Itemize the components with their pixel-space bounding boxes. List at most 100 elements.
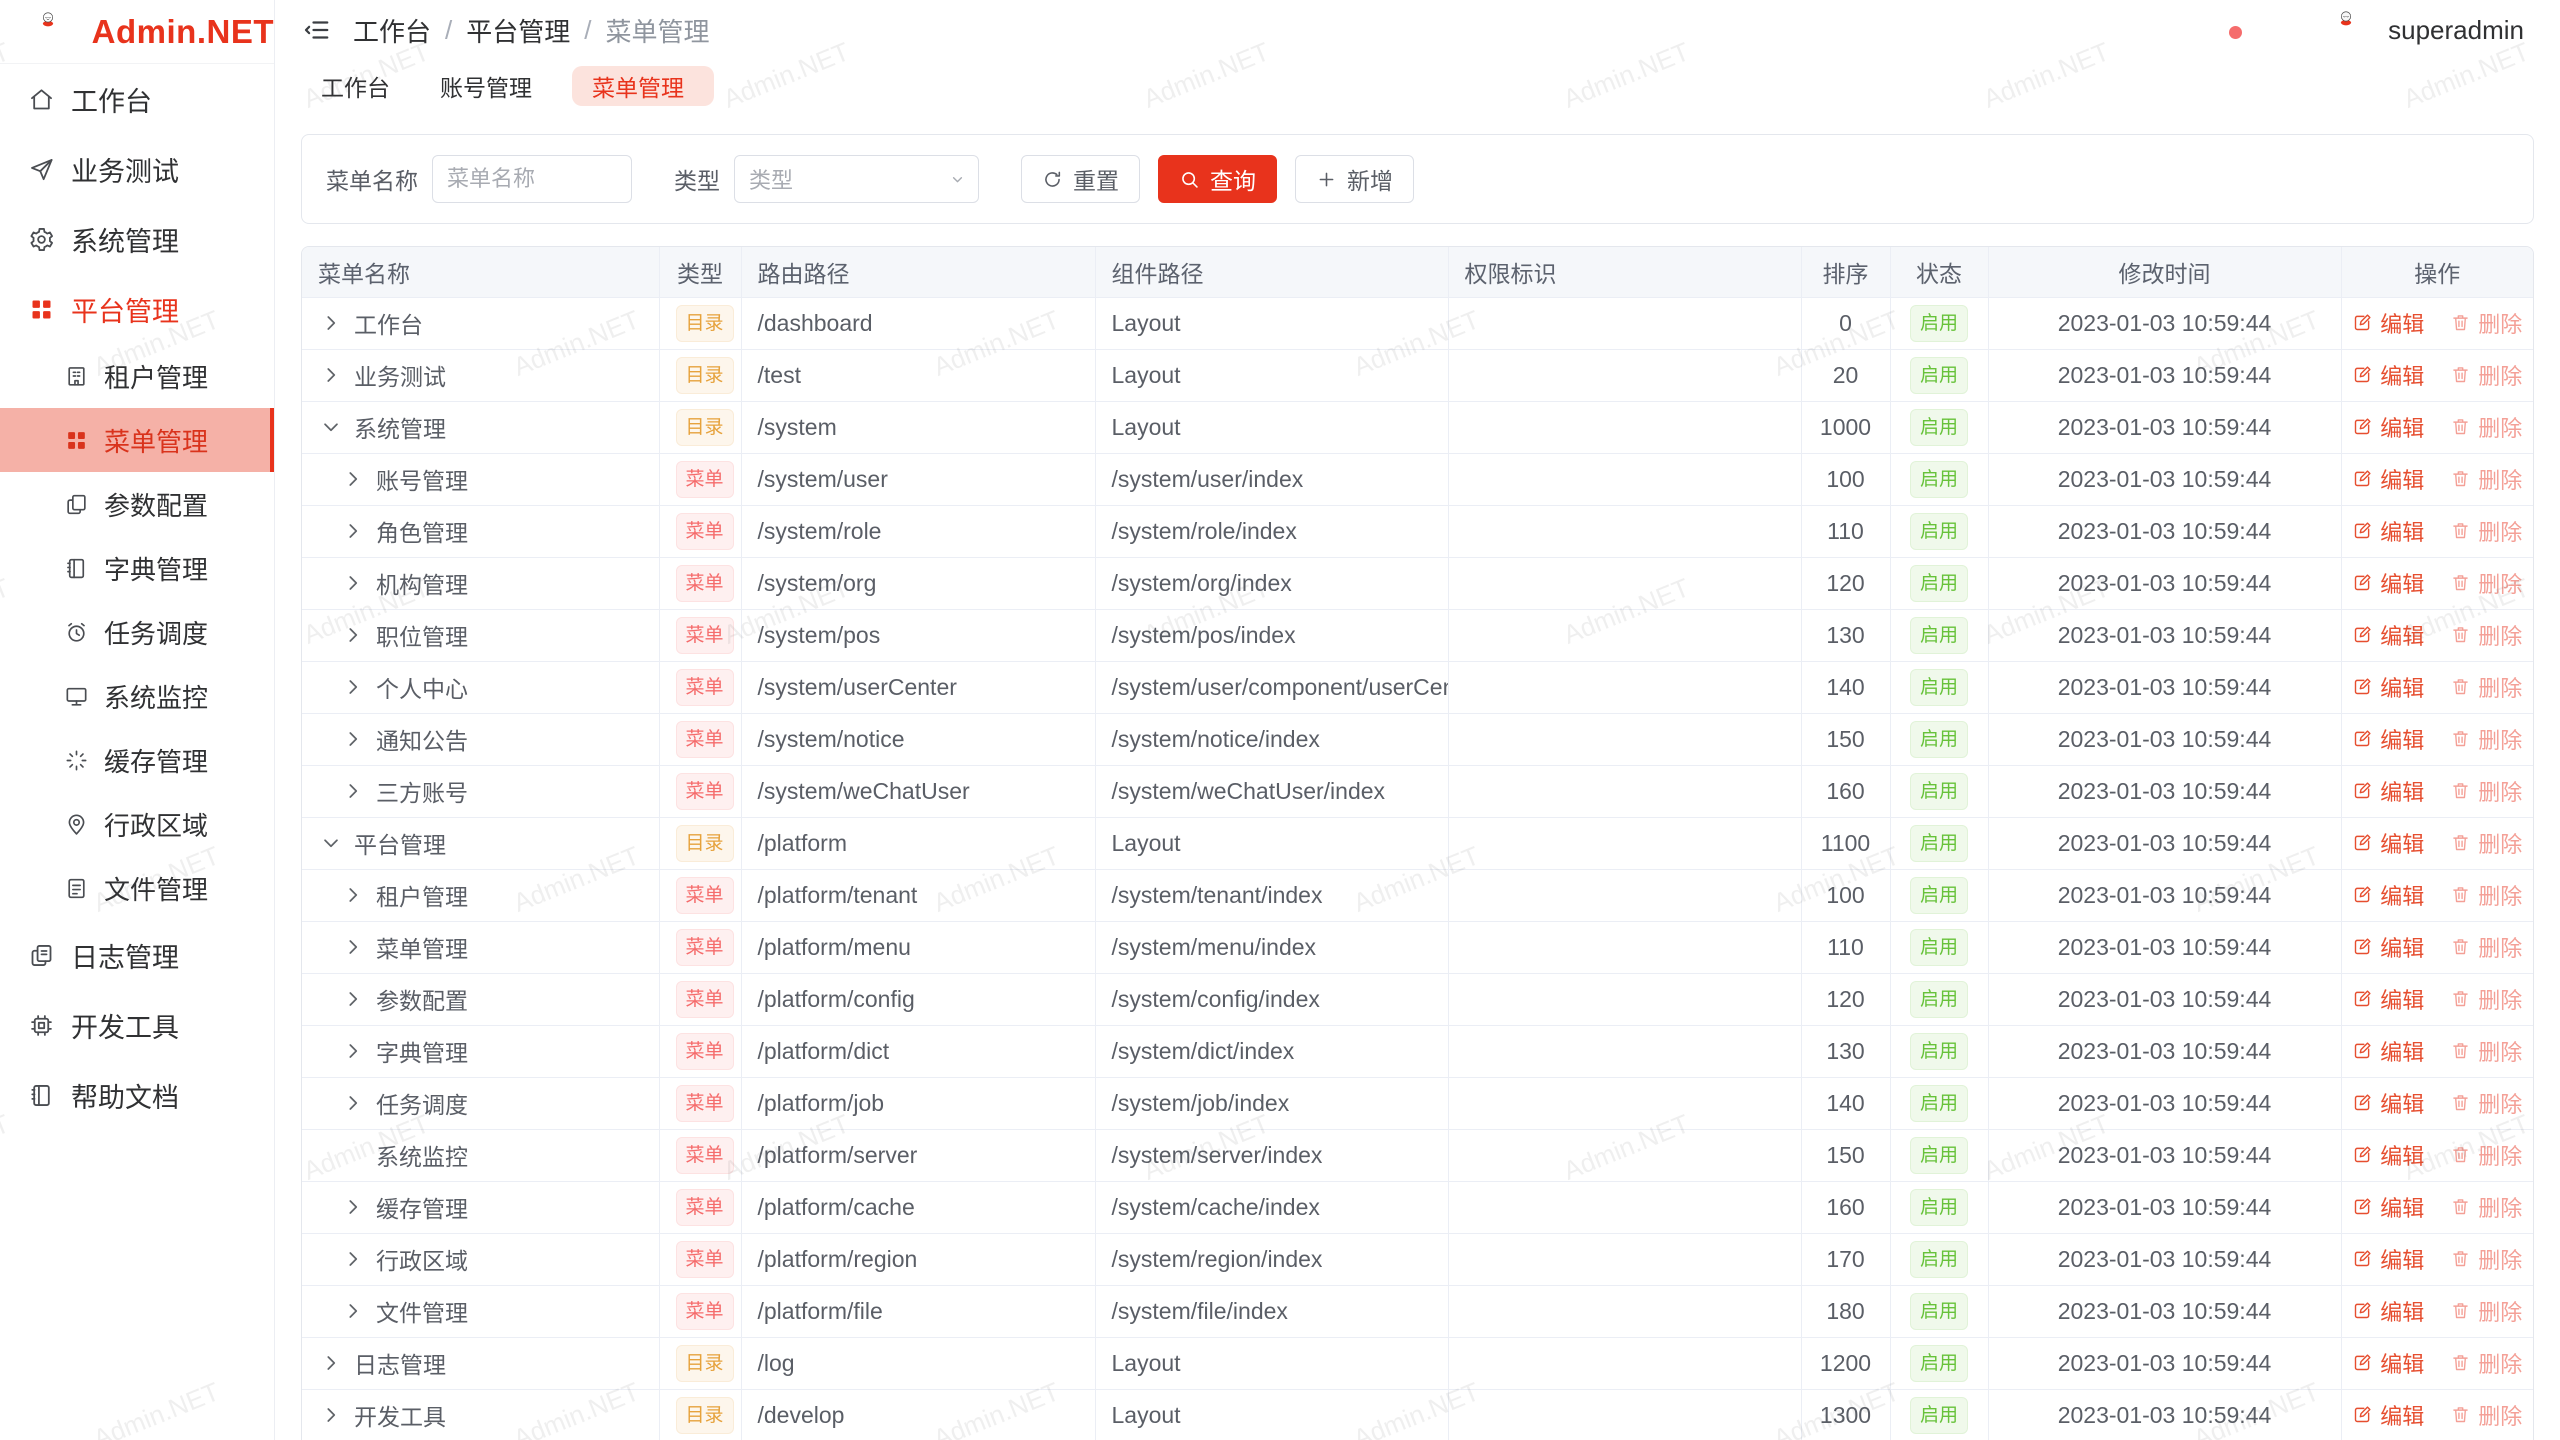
expand-row-icon[interactable] — [340, 986, 366, 1012]
sidebar-subitem-租户管理[interactable]: 租户管理 — [0, 344, 274, 408]
collapse-row-icon[interactable] — [318, 414, 344, 440]
delete-button[interactable]: 删除 — [2450, 1295, 2522, 1327]
component-path: Layout — [1095, 349, 1448, 401]
delete-button[interactable]: 删除 — [2450, 775, 2522, 807]
expand-row-icon[interactable] — [340, 570, 366, 596]
expand-row-icon[interactable] — [340, 1090, 366, 1116]
delete-button[interactable]: 删除 — [2450, 879, 2522, 911]
expand-row-icon[interactable] — [318, 1402, 344, 1428]
edit-button[interactable]: 编辑 — [2352, 671, 2424, 703]
menu-name-input[interactable] — [432, 155, 632, 203]
expand-row-icon[interactable] — [340, 1194, 366, 1220]
edit-button[interactable]: 编辑 — [2352, 723, 2424, 755]
type-select[interactable]: 类型 — [734, 155, 979, 203]
expand-row-icon[interactable] — [340, 726, 366, 752]
query-button[interactable]: 查询 — [1158, 155, 1277, 203]
edit-button[interactable]: 编辑 — [2352, 359, 2424, 391]
edit-button[interactable]: 编辑 — [2352, 931, 2424, 963]
collapse-sidebar-icon[interactable] — [301, 15, 331, 45]
delete-button[interactable]: 删除 — [2450, 931, 2522, 963]
expand-row-icon[interactable] — [340, 1298, 366, 1324]
delete-button[interactable]: 删除 — [2450, 619, 2522, 651]
edit-button[interactable]: 编辑 — [2352, 827, 2424, 859]
delete-button[interactable]: 删除 — [2450, 1139, 2522, 1171]
sidebar-subitem-系统监控[interactable]: 系统监控 — [0, 664, 274, 728]
edit-button[interactable]: 编辑 — [2352, 307, 2424, 339]
delete-button[interactable]: 删除 — [2450, 671, 2522, 703]
delete-button[interactable]: 删除 — [2450, 1035, 2522, 1067]
user-menu[interactable]: superadmin — [2338, 10, 2534, 50]
tab-工作台[interactable]: 工作台 — [301, 66, 410, 106]
edit-button[interactable]: 编辑 — [2352, 775, 2424, 807]
logo[interactable]: Admin.NET — [0, 0, 274, 64]
breadcrumb-item[interactable]: 工作台 — [353, 12, 431, 49]
edit-button[interactable]: 编辑 — [2352, 619, 2424, 651]
sidebar-subitem-行政区域[interactable]: 行政区域 — [0, 792, 274, 856]
expand-row-icon[interactable] — [340, 934, 366, 960]
sidebar-subitem-任务调度[interactable]: 任务调度 — [0, 600, 274, 664]
table-row: 参数配置菜单/platform/config/system/config/ind… — [302, 973, 2533, 1025]
delete-button[interactable]: 删除 — [2450, 827, 2522, 859]
delete-button[interactable]: 删除 — [2450, 307, 2522, 339]
expand-row-icon[interactable] — [340, 1246, 366, 1272]
edit-button[interactable]: 编辑 — [2352, 1087, 2424, 1119]
edit-button[interactable]: 编辑 — [2352, 515, 2424, 547]
expand-row-icon[interactable] — [340, 674, 366, 700]
delete-button[interactable]: 删除 — [2450, 1191, 2522, 1223]
edit-button[interactable]: 编辑 — [2352, 983, 2424, 1015]
tab-账号管理[interactable]: 账号管理 — [420, 66, 562, 106]
delete-button[interactable]: 删除 — [2450, 411, 2522, 443]
delete-button[interactable]: 删除 — [2450, 359, 2522, 391]
expand-row-icon[interactable] — [318, 362, 344, 388]
delete-button[interactable]: 删除 — [2450, 1347, 2522, 1379]
collapse-row-icon[interactable] — [318, 830, 344, 856]
delete-button[interactable]: 删除 — [2450, 983, 2522, 1015]
status-badge: 启用 — [1910, 1137, 1968, 1174]
sidebar-item-平台管理[interactable]: 平台管理 — [0, 274, 274, 344]
edit-button[interactable]: 编辑 — [2352, 1139, 2424, 1171]
edit-button[interactable]: 编辑 — [2352, 1035, 2424, 1067]
sidebar-item-工作台[interactable]: 工作台 — [0, 64, 274, 134]
sidebar-subitem-菜单管理[interactable]: 菜单管理 — [0, 408, 274, 472]
delete-button[interactable]: 删除 — [2450, 1243, 2522, 1275]
edit-button[interactable]: 编辑 — [2352, 463, 2424, 495]
edit-button[interactable]: 编辑 — [2352, 1191, 2424, 1223]
delete-button[interactable]: 删除 — [2450, 1087, 2522, 1119]
sidebar-subitem-参数配置[interactable]: 参数配置 — [0, 472, 274, 536]
expand-row-icon[interactable] — [340, 1038, 366, 1064]
expand-row-icon[interactable] — [318, 1350, 344, 1376]
edit-button[interactable]: 编辑 — [2352, 411, 2424, 443]
expand-row-icon[interactable] — [340, 518, 366, 544]
tab-菜单管理[interactable]: 菜单管理 — [572, 66, 714, 106]
delete-button[interactable]: 删除 — [2450, 1399, 2522, 1431]
expand-row-icon[interactable] — [340, 466, 366, 492]
sidebar-subitem-字典管理[interactable]: 字典管理 — [0, 536, 274, 600]
sort-value: 130 — [1801, 609, 1890, 661]
expand-row-icon[interactable] — [340, 882, 366, 908]
expand-row-icon[interactable] — [318, 310, 344, 336]
add-button[interactable]: 新增 — [1295, 155, 1414, 203]
edit-icon — [2352, 1404, 2373, 1425]
delete-button[interactable]: 删除 — [2450, 567, 2522, 599]
edit-button[interactable]: 编辑 — [2352, 567, 2424, 599]
sidebar-item-帮助文档[interactable]: 帮助文档 — [0, 1060, 274, 1130]
delete-button[interactable]: 删除 — [2450, 515, 2522, 547]
sidebar-subitem-文件管理[interactable]: 文件管理 — [0, 856, 274, 920]
delete-button[interactable]: 删除 — [2450, 463, 2522, 495]
reset-button[interactable]: 重置 — [1021, 155, 1140, 203]
edit-button[interactable]: 编辑 — [2352, 1347, 2424, 1379]
edit-button[interactable]: 编辑 — [2352, 1295, 2424, 1327]
edit-button[interactable]: 编辑 — [2352, 1243, 2424, 1275]
sidebar-item-系统管理[interactable]: 系统管理 — [0, 204, 274, 274]
sidebar-item-日志管理[interactable]: 日志管理 — [0, 920, 274, 990]
breadcrumb-item[interactable]: 平台管理 — [466, 12, 570, 49]
expand-row-icon[interactable] — [340, 622, 366, 648]
edit-button[interactable]: 编辑 — [2352, 1399, 2424, 1431]
sidebar-subitem-缓存管理[interactable]: 缓存管理 — [0, 728, 274, 792]
delete-button[interactable]: 删除 — [2450, 723, 2522, 755]
expand-row-icon[interactable] — [340, 778, 366, 804]
sidebar-item-开发工具[interactable]: 开发工具 — [0, 990, 274, 1060]
edit-button[interactable]: 编辑 — [2352, 879, 2424, 911]
type-badge-dir: 目录 — [676, 1345, 734, 1382]
sidebar-item-业务测试[interactable]: 业务测试 — [0, 134, 274, 204]
